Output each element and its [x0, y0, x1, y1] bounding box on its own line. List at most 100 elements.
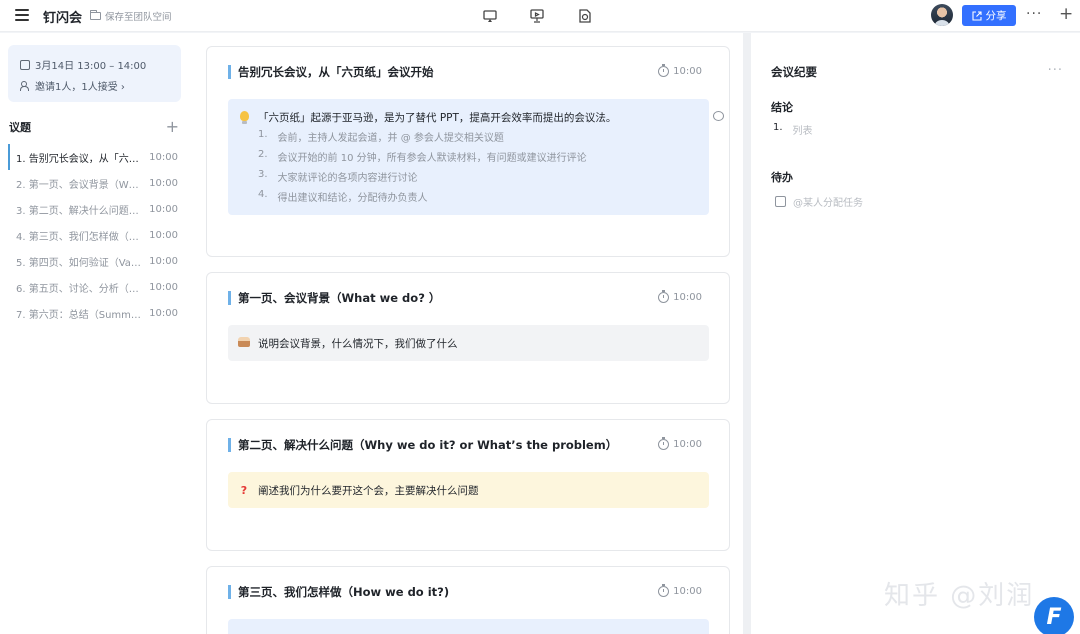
more-options-icon[interactable]: ··· — [1026, 6, 1042, 22]
callout-row: ? 阐述我们为什么要开这个会，主要解决什么问题 — [237, 483, 479, 498]
agenda-item-time: 10:00 — [149, 307, 178, 319]
minutes-more-icon[interactable]: ··· — [1048, 63, 1063, 78]
cake-icon — [237, 337, 251, 350]
card-time-text: 10:00 — [673, 586, 702, 597]
callout-text: 说明会议背景，什么情况下，我们做了什么 — [258, 338, 458, 350]
menu-icon[interactable] — [15, 9, 29, 21]
agenda-item-time: 10:00 — [149, 229, 178, 241]
agenda-item[interactable]: 2. 第一页、会议背景（W… 10:00 — [8, 170, 184, 196]
share-button[interactable]: 分享 — [962, 5, 1016, 26]
folder-icon — [90, 10, 101, 20]
callout-text: 阐述我们为什么要开这个会，主要解决什么问题 — [258, 485, 479, 497]
list-item: 1. 会前，主持人发起会道，并 @ 参会人提交相关议题 — [258, 129, 504, 144]
card-time[interactable]: 10:00 — [658, 290, 702, 303]
share-label: 分享 — [985, 10, 1007, 22]
conclusion-heading: 结论 — [771, 101, 793, 114]
stopwatch-icon — [658, 584, 670, 597]
card-title: 第二页、解决什么问题（Why we do it? or What’s the p… — [228, 438, 617, 452]
agenda-item[interactable]: 4. 第三页、我们怎样做（… 10:00 — [8, 222, 184, 248]
save-to-team-space-link[interactable]: 保存至团队空间 — [90, 9, 172, 23]
card-time[interactable]: 10:00 — [658, 64, 702, 77]
share-icon — [971, 10, 982, 21]
calendar-icon — [20, 59, 30, 70]
comment-icon[interactable] — [713, 111, 724, 121]
card-time[interactable]: 10:00 — [658, 437, 702, 450]
stopwatch-icon — [658, 64, 670, 77]
agenda-content: 告别冗长会议，从「六页纸」会议开始 10:00 「六页纸」起源于亚马逊，是为了替… — [190, 33, 743, 634]
top-bar: 钉闪会 保存至团队空间 分享 ··· + — [0, 0, 1080, 32]
agenda-item[interactable]: 7. 第六页：总结（Summ… 10:00 — [8, 300, 184, 326]
people-icon — [20, 81, 30, 91]
card-time-text: 10:00 — [673, 439, 702, 450]
presentation-icon[interactable] — [529, 8, 545, 24]
agenda-item-time: 10:00 — [149, 177, 178, 189]
list-number: 1. — [773, 122, 783, 133]
meeting-datetime[interactable]: 3月14日 13:00 – 14:00 — [20, 57, 146, 72]
agenda-item[interactable]: 5. 第四页、如何验证（Va… 10:00 — [8, 248, 184, 274]
card-time-text: 10:00 — [673, 66, 702, 77]
list-item: 4. 得出建议和结论，分配待办负责人 — [258, 189, 428, 204]
card-time-text: 10:00 — [673, 292, 702, 303]
callout-block[interactable]: 「六页纸」起源于亚马逊，是为了替代 PPT，提高开会效率而提出的会议法。 1. 会… — [228, 99, 709, 215]
stopwatch-icon — [658, 437, 670, 450]
list-item: 3. 大家就评论的各项内容进行讨论 — [258, 169, 418, 184]
brand-badge: F — [1034, 597, 1074, 634]
add-icon[interactable]: + — [1059, 4, 1073, 24]
callout-row: 「六页纸」起源于亚马逊，是为了替代 PPT，提高开会效率而提出的会议法。 — [237, 110, 616, 125]
callout-block[interactable] — [228, 619, 709, 634]
agenda-card[interactable]: 第一页、会议背景（What we do? ） 10:00 说明会议背景，什么情况… — [206, 272, 730, 404]
agenda-item[interactable]: 6. 第五页、讨论、分析（… 10:00 — [8, 274, 184, 300]
minutes-recording-icon[interactable] — [577, 8, 593, 24]
minutes-panel: 会议纪要 ··· 结论 1. 列表 待办 @某人分配任务 — [751, 33, 1080, 634]
agenda-card[interactable]: 告别冗长会议，从「六页纸」会议开始 10:00 「六页纸」起源于亚马逊，是为了替… — [206, 46, 730, 257]
app-title: 钉闪会 — [43, 11, 83, 26]
panel-divider[interactable] — [743, 33, 751, 634]
todo-placeholder: @某人分配任务 — [793, 198, 863, 209]
meeting-datetime-text: 3月14日 13:00 – 14:00 — [35, 61, 147, 72]
agenda-item-label: 5. 第四页、如何验证（Va… — [16, 257, 141, 269]
agenda-item-time: 10:00 — [149, 255, 178, 267]
lightbulb-icon — [237, 111, 251, 124]
todo-heading: 待办 — [771, 171, 793, 184]
agenda-item-time: 10:00 — [149, 203, 178, 215]
agenda-item-label: 2. 第一页、会议背景（W… — [16, 179, 139, 191]
agenda-card[interactable]: 第二页、解决什么问题（Why we do it? or What’s the p… — [206, 419, 730, 551]
agenda-header: 议题 + — [9, 119, 179, 135]
agenda-list: 1. 告别冗长会议，从「六… 10:00 2. 第一页、会议背景（W… 10:0… — [8, 144, 184, 326]
space-label: 保存至团队空间 — [105, 12, 172, 23]
agenda-item-time: 10:00 — [149, 281, 178, 293]
meeting-info-card: 3月14日 13:00 – 14:00 邀请1人，1人接受 › — [8, 45, 181, 102]
agenda-item-label: 6. 第五页、讨论、分析（… — [16, 283, 139, 295]
question-mark-icon: ? — [240, 484, 248, 497]
list-item: 2. 会议开始的前 10 分钟，所有参会人默读材料，有问题或建议进行评论 — [258, 149, 587, 164]
conclusion-list-item[interactable]: 1. 列表 — [773, 122, 813, 137]
agenda-item[interactable]: 1. 告别冗长会议，从「六… 10:00 — [8, 144, 184, 170]
card-title: 告别冗长会议，从「六页纸」会议开始 — [228, 65, 434, 79]
todo-checkbox[interactable] — [775, 196, 786, 207]
agenda-sidebar: 3月14日 13:00 – 14:00 邀请1人，1人接受 › 议题 + 1. … — [0, 33, 190, 634]
agenda-card[interactable]: 第三页、我们怎样做（How we do it?) 10:00 — [206, 566, 730, 634]
callout-text: 「六页纸」起源于亚马逊，是为了替代 PPT，提高开会效率而提出的会议法。 — [258, 112, 617, 124]
list-placeholder: 列表 — [792, 126, 813, 137]
card-title: 第一页、会议背景（What we do? ） — [228, 291, 440, 305]
todo-item[interactable]: @某人分配任务 — [775, 194, 863, 209]
agenda-item-time: 10:00 — [149, 151, 178, 163]
invite-status[interactable]: 邀请1人，1人接受 › — [20, 78, 125, 93]
invite-status-text: 邀请1人，1人接受 › — [35, 82, 125, 93]
stopwatch-icon — [658, 290, 670, 303]
agenda-title: 议题 — [9, 121, 31, 134]
agenda-item-label: 3. 第二页、解决什么问题… — [16, 205, 139, 217]
agenda-item-label: 1. 告别冗长会议，从「六… — [16, 153, 139, 165]
user-avatar[interactable] — [931, 4, 953, 26]
callout-block[interactable]: ? 阐述我们为什么要开这个会，主要解决什么问题 — [228, 472, 709, 508]
agenda-item-label: 4. 第三页、我们怎样做（… — [16, 231, 139, 243]
callout-block[interactable]: 说明会议背景，什么情况下，我们做了什么 — [228, 325, 709, 361]
agenda-item-label: 7. 第六页：总结（Summ… — [16, 309, 141, 321]
steps-list: 1. 会前，主持人发起会道，并 @ 参会人提交相关议题 2. 会议开始的前 10 分… — [258, 129, 587, 209]
minutes-title: 会议纪要 — [771, 65, 817, 79]
watermark: 知乎 @刘润 — [884, 581, 1035, 611]
agenda-item[interactable]: 3. 第二页、解决什么问题… 10:00 — [8, 196, 184, 222]
screen-cast-icon[interactable] — [482, 8, 498, 24]
card-time[interactable]: 10:00 — [658, 584, 702, 597]
add-agenda-icon[interactable]: + — [166, 119, 179, 135]
